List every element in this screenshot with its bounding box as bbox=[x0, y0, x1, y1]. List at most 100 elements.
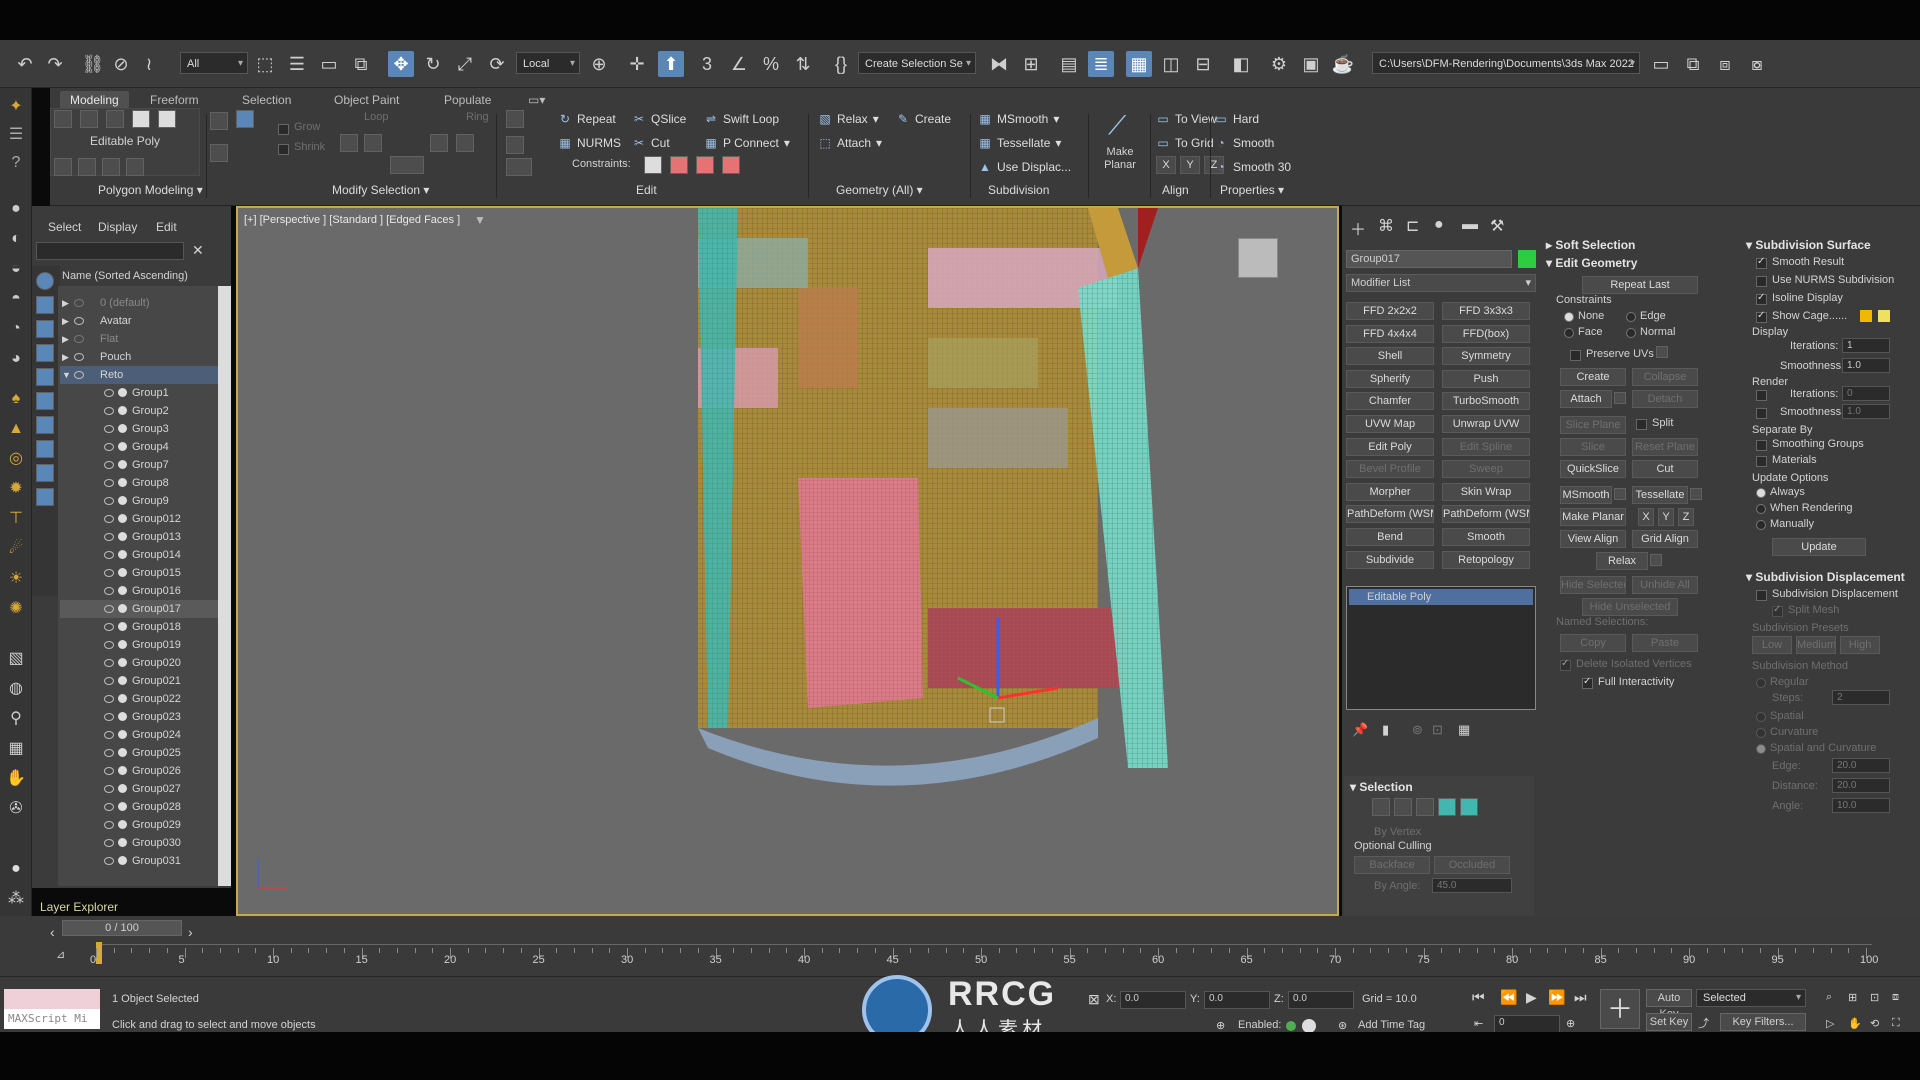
bind-spacewarp-icon[interactable]: ≀ bbox=[136, 51, 162, 77]
modifier-button[interactable]: Sweep bbox=[1442, 460, 1530, 479]
quickslice-button[interactable]: QuickSlice bbox=[1560, 460, 1626, 478]
set-key-button[interactable]: Set Key bbox=[1646, 1013, 1692, 1031]
sel-polygon-icon[interactable] bbox=[1438, 798, 1456, 816]
add-time-tag-button[interactable]: Add Time Tag bbox=[1358, 1019, 1425, 1031]
scene-group-row[interactable]: Group7 bbox=[60, 456, 218, 474]
scale-icon[interactable]: ⤢ bbox=[452, 51, 478, 77]
column-header[interactable]: Name (Sorted Ascending) bbox=[62, 270, 188, 282]
display-smoothness-spinner[interactable]: 1.0 bbox=[1842, 358, 1890, 373]
render-smoothness-spinner[interactable]: 1.0 bbox=[1842, 404, 1890, 419]
go-to-end-icon[interactable]: ⏭ bbox=[1574, 989, 1587, 1006]
loft-icon[interactable]: ☄ bbox=[5, 538, 27, 560]
modifier-button[interactable]: FFD 3x3x3 bbox=[1442, 302, 1530, 320]
modifier-button[interactable]: Symmetry bbox=[1442, 347, 1530, 366]
place-icon[interactable]: ⟳ bbox=[484, 51, 510, 77]
loop-button[interactable]: Loop bbox=[364, 111, 388, 123]
viewcube-icon[interactable] bbox=[1238, 238, 1278, 278]
by-vertex-label[interactable]: By Vertex bbox=[1374, 826, 1421, 838]
remove-modifier-icon[interactable]: ⊡ bbox=[1432, 722, 1443, 738]
align-x-button[interactable]: X bbox=[1156, 156, 1176, 174]
lamp-icon[interactable]: ♠ bbox=[5, 388, 27, 410]
filter-2-icon[interactable] bbox=[36, 296, 54, 314]
prev-key-icon[interactable]: ⏪ bbox=[1500, 989, 1517, 1006]
copy-button[interactable]: Copy bbox=[1560, 634, 1626, 652]
visibility-eye-icon[interactable] bbox=[104, 659, 114, 667]
keyboard-shortcut-icon[interactable]: ⬆ bbox=[658, 51, 684, 77]
filter-8-icon[interactable] bbox=[36, 440, 54, 458]
hide-selected-button[interactable]: Hide Selected bbox=[1560, 576, 1626, 594]
light-icon[interactable]: ◒ bbox=[5, 258, 27, 280]
edit-tool-1-icon[interactable] bbox=[506, 110, 524, 128]
scene-group-row[interactable]: Group2 bbox=[60, 402, 218, 420]
zoom-all-icon[interactable]: ⊞ bbox=[1848, 991, 1857, 1004]
save-workspace-icon[interactable]: ⧈ bbox=[1712, 51, 1738, 77]
use-displac-button[interactable]: ▲ Use Displac... bbox=[978, 158, 1071, 176]
menu-select[interactable]: Select bbox=[48, 220, 81, 234]
scene-group-row[interactable]: Group023 bbox=[60, 708, 218, 726]
relax-settings-icon[interactable] bbox=[1650, 554, 1662, 566]
visibility-eye-icon[interactable] bbox=[104, 641, 114, 649]
object-color-swatch[interactable] bbox=[1518, 250, 1536, 268]
object-name-field[interactable]: Group017 bbox=[1346, 250, 1512, 268]
visibility-eye-icon[interactable] bbox=[74, 299, 84, 307]
render-setup-icon[interactable]: ⚙ bbox=[1266, 51, 1292, 77]
update-manually-radio[interactable] bbox=[1756, 520, 1766, 530]
scene-group-row[interactable]: Group4 bbox=[60, 438, 218, 456]
modifier-button[interactable]: Bend bbox=[1346, 528, 1434, 546]
by-angle-spinner[interactable]: 45.0 bbox=[1432, 878, 1512, 893]
pivot-center-icon[interactable]: ⊕ bbox=[586, 51, 612, 77]
cut-button[interactable]: ✂ Cut bbox=[632, 134, 670, 152]
visibility-eye-icon[interactable] bbox=[104, 443, 114, 451]
zoom-extents-all-icon[interactable]: ⧈ bbox=[1892, 991, 1899, 1004]
visibility-eye-icon[interactable] bbox=[104, 713, 114, 721]
display-iterations-spinner[interactable]: 1 bbox=[1842, 338, 1890, 353]
soft-selection-rollout[interactable]: ▸ Soft Selection bbox=[1546, 238, 1635, 252]
nodes-icon[interactable]: ⁂ bbox=[5, 888, 27, 910]
smooth-result-checkbox[interactable] bbox=[1756, 256, 1767, 269]
set-key-big-icon[interactable]: ＋ bbox=[1600, 989, 1640, 1029]
paste-button[interactable]: Paste bbox=[1632, 634, 1698, 652]
swift-loop-button[interactable]: ⇌ Swift Loop bbox=[704, 110, 779, 128]
repeat-button[interactable]: ↻ Repeat bbox=[558, 110, 616, 128]
select-move-icon[interactable]: ✥ bbox=[388, 51, 414, 77]
scene-group-row[interactable]: Group029 bbox=[60, 816, 218, 834]
configure-modifier-sets-icon[interactable]: ▦ bbox=[1458, 722, 1470, 738]
expand-arrow-icon[interactable]: ▶ bbox=[62, 294, 69, 312]
modifier-button[interactable]: Retopology bbox=[1442, 550, 1530, 569]
modify-sel-2-icon[interactable] bbox=[236, 110, 254, 128]
play-icon[interactable]: ▶ bbox=[1526, 989, 1537, 1006]
modifier-button[interactable]: FFD 4x4x4 bbox=[1346, 324, 1434, 343]
cage-color-1-swatch[interactable] bbox=[1860, 310, 1872, 322]
enabled-indicator[interactable] bbox=[1286, 1021, 1296, 1031]
filter-6-icon[interactable] bbox=[36, 392, 54, 410]
poly-tool-1-icon[interactable] bbox=[54, 158, 72, 176]
modifier-button[interactable]: Edit Poly bbox=[1346, 437, 1434, 456]
maxscript-listener[interactable]: MAXScript Mi bbox=[4, 1009, 100, 1029]
constraint-normal-radio[interactable] bbox=[1626, 328, 1636, 338]
modifier-list-dropdown[interactable]: Modifier List ▾ bbox=[1346, 274, 1536, 292]
ribbon-options-icon[interactable]: ▭▾ bbox=[518, 91, 555, 109]
select-by-name-icon[interactable]: ☰ bbox=[284, 51, 310, 77]
reset-plane-button[interactable]: Reset Plane bbox=[1632, 438, 1698, 456]
collapse-button[interactable]: Collapse bbox=[1632, 368, 1698, 386]
explorer-search-input[interactable] bbox=[36, 242, 184, 260]
manage-workspace-icon[interactable]: ⧇ bbox=[1744, 51, 1770, 77]
modifier-button[interactable]: Bevel Profile bbox=[1346, 460, 1434, 479]
next-key-icon[interactable]: ⏩ bbox=[1548, 989, 1565, 1006]
group-properties[interactable]: Properties ▾ bbox=[1220, 183, 1284, 197]
shrink-checkbox[interactable] bbox=[278, 144, 289, 155]
project-path-dropdown[interactable]: C:\Users\DFM-Rendering\Documents\3ds Max… bbox=[1372, 52, 1640, 74]
visibility-eye-icon[interactable] bbox=[74, 353, 84, 361]
visibility-eye-icon[interactable] bbox=[104, 425, 114, 433]
sel-vertex-icon[interactable] bbox=[1372, 798, 1390, 816]
filter-10-icon[interactable] bbox=[36, 488, 54, 506]
constraint-edge-radio[interactable] bbox=[1626, 312, 1636, 322]
edge-sd-spinner[interactable]: 20.0 bbox=[1832, 758, 1890, 773]
network-icon[interactable]: ✇ bbox=[5, 798, 27, 820]
filter-1-icon[interactable] bbox=[36, 272, 54, 290]
link-icon[interactable]: ⛓ bbox=[80, 51, 106, 77]
hierarchy-panel-icon[interactable]: ⊏ bbox=[1406, 216, 1419, 236]
visibility-eye-icon[interactable] bbox=[104, 785, 114, 793]
manipulate-icon[interactable]: ✛ bbox=[624, 51, 650, 77]
visibility-eye-icon[interactable] bbox=[104, 677, 114, 685]
